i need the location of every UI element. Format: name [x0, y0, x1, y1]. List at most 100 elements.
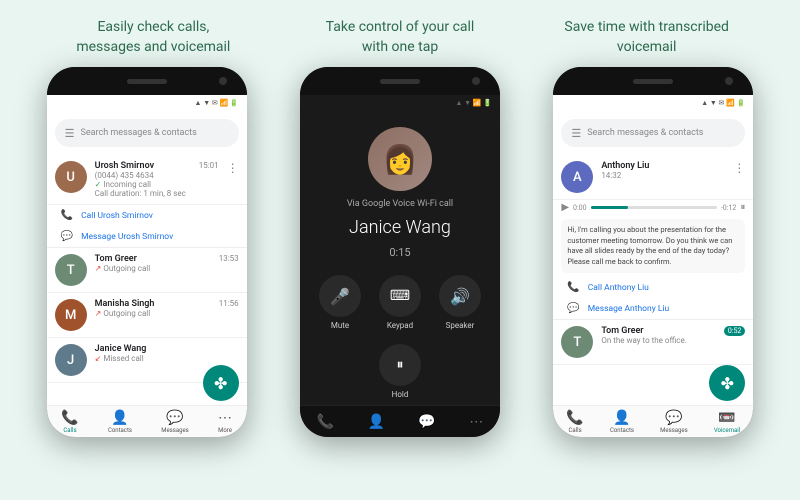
menu-icon1: ☰ — [65, 127, 75, 140]
keypad-icon: ⌨ — [390, 288, 410, 304]
contact-info-urosh: Urosh Smirnov (0044) 435 4634 ✓ Incoming… — [95, 161, 191, 198]
keypad-btn[interactable]: ⌨ Keypad — [379, 275, 421, 330]
phones-row: ▲ ▼ ✉ 📶 🔋 ☰ Search messages & contacts U… — [0, 67, 800, 500]
search-placeholder1: Search messages & contacts — [81, 128, 197, 138]
speaker-btn[interactable]: 🔊 Speaker — [439, 275, 481, 330]
contact-row-tom[interactable]: T Tom Greer ↗ Outgoing call 13:53 — [47, 248, 247, 293]
phone2-top — [300, 67, 500, 95]
audio-time-start: 0:00 — [573, 204, 587, 212]
audio-player[interactable]: ▶ 0:00 -0:12 ⏸ — [553, 200, 753, 215]
contact-name-janice: Janice Wang — [95, 344, 239, 354]
more-icon2: ⋯ — [469, 414, 483, 430]
phone3: ▲ ▼ ✉ 📶 🔋 ☰ Search messages & contacts A… — [553, 67, 753, 437]
phone1-status: ▲ ▼ ✉ 📶 🔋 — [47, 95, 247, 111]
nav-messages3[interactable]: 💬 Messages — [660, 410, 688, 434]
call-controls-row: 🎤 Mute ⌨ Keypad 🔊 Speaker — [310, 275, 490, 330]
contact-name-urosh: Urosh Smirnov — [95, 161, 191, 171]
keypad-circle: ⌨ — [379, 275, 421, 317]
audio-progress-bar[interactable] — [591, 206, 717, 209]
nav-contacts3[interactable]: 👤 Contacts — [610, 410, 634, 434]
contact-info-anthony: Anthony Liu 14:32 — [601, 161, 725, 180]
contact-time-manisha: 11:56 — [219, 299, 239, 308]
avatar-tom: T — [55, 254, 87, 286]
msg-icon-action: 💬 — [61, 231, 73, 242]
action-label-msg-anthony: Message Anthony Liu — [588, 304, 669, 314]
calls-label1: Calls — [63, 427, 76, 434]
phone1-top — [47, 67, 247, 95]
more-btn-anthony[interactable]: ⋮ — [733, 161, 745, 175]
messages-icon3: 💬 — [665, 410, 682, 426]
search-bar3[interactable]: ☰ Search messages & contacts — [561, 119, 745, 147]
nav-calls1[interactable]: 📞 Calls — [61, 410, 78, 434]
hold-label: Hold — [392, 390, 409, 399]
more-btn-urosh[interactable]: ⋮ — [227, 161, 239, 175]
more-label1: More — [218, 427, 232, 434]
mute-btn[interactable]: 🎤 Mute — [319, 275, 361, 330]
phone3-top — [553, 67, 753, 95]
messages-label1: Messages — [161, 427, 189, 434]
header-row: Easily check calls, messages and voicema… — [0, 0, 800, 67]
fab-button3[interactable]: ✤ — [709, 365, 745, 401]
contact-calltype-janice: ↙ Missed call — [95, 354, 239, 363]
phone1-screen: ☰ Search messages & contacts U Urosh Smi… — [47, 111, 247, 405]
hold-btn[interactable]: ⏸ Hold — [379, 344, 421, 399]
phone3-screen: ☰ Search messages & contacts A Anthony L… — [553, 111, 753, 405]
contact-calltype-tom: ↗ Outgoing call — [95, 264, 211, 273]
contact-name-tom2: Tom Greer — [601, 326, 716, 336]
messages-label3: Messages — [660, 427, 688, 434]
quick-action-msg[interactable]: 💬 Message Urosh Smirnov — [47, 226, 247, 248]
search-bar1[interactable]: ☰ Search messages & contacts — [55, 119, 239, 147]
contact-time-anthony: 14:32 — [601, 171, 725, 180]
pause-icon[interactable]: ⏸ — [740, 202, 745, 213]
calls-icon3: 📞 — [566, 410, 583, 426]
fab-icon3: ✤ — [721, 374, 734, 393]
contact-duration-urosh: Call duration: 1 min, 8 sec — [95, 189, 191, 198]
phone1: ▲ ▼ ✉ 📶 🔋 ☰ Search messages & contacts U… — [47, 67, 247, 437]
nav-calls3[interactable]: 📞 Calls — [566, 410, 583, 434]
phone2: ▲ ▼ 📶 🔋 👩 Via Google Voice Wi-Fi call Ja… — [300, 67, 500, 437]
msg-icon-anthony: 💬 — [567, 303, 579, 314]
contacts-icon3: 👤 — [613, 410, 630, 426]
mute-circle: 🎤 — [319, 275, 361, 317]
header-col1: Easily check calls, messages and voicema… — [30, 18, 277, 57]
more-icon1: ⋯ — [218, 410, 232, 426]
nav-more1[interactable]: ⋯ More — [218, 410, 232, 434]
quick-action-call[interactable]: 📞 Call Urosh Smirnov — [47, 205, 247, 226]
audio-fill — [591, 206, 629, 209]
contact-row-manisha[interactable]: M Manisha Singh ↗ Outgoing call 11:56 — [47, 293, 247, 338]
calls-icon2: 📞 — [317, 414, 334, 430]
fab-button1[interactable]: ✤ — [203, 365, 239, 401]
nav-calls2[interactable]: 📞 — [317, 414, 334, 430]
mute-icon: 🎤 — [330, 287, 350, 306]
nav-contacts2[interactable]: 👤 — [368, 414, 385, 430]
nav-messages1[interactable]: 💬 Messages — [161, 410, 189, 434]
contacts-icon2: 👤 — [368, 414, 385, 430]
keypad-label: Keypad — [387, 321, 413, 330]
nav-messages2[interactable]: 💬 — [418, 414, 435, 430]
phone-icon-call: 📞 — [61, 210, 73, 221]
contact-row-urosh[interactable]: U Urosh Smirnov (0044) 435 4634 ✓ Incomi… — [47, 155, 247, 205]
contact-row-anthony[interactable]: A Anthony Liu 14:32 ⋮ — [553, 155, 753, 200]
avatar-anthony: A — [561, 161, 593, 193]
quick-action-call-anthony[interactable]: 📞 Call Anthony Liu — [553, 277, 753, 298]
phone2-screen: 👩 Via Google Voice Wi-Fi call Janice Wan… — [300, 111, 500, 405]
messages-icon2: 💬 — [418, 414, 435, 430]
nav-voicemail3[interactable]: 📼 Voicemail — [714, 410, 740, 434]
contact-calltype-urosh: ✓ Incoming call — [95, 180, 191, 189]
avatar-urosh: U — [55, 161, 87, 193]
contact-info-tom: Tom Greer ↗ Outgoing call — [95, 254, 211, 273]
phone1-nav: 📞 Calls 👤 Contacts 💬 Messages ⋯ More — [47, 405, 247, 437]
via-label: Via Google Voice Wi-Fi call — [347, 199, 453, 209]
menu-icon3: ☰ — [571, 127, 581, 140]
play-icon[interactable]: ▶ — [561, 202, 569, 213]
avatar-manisha: M — [55, 299, 87, 331]
caller-name: Janice Wang — [349, 217, 451, 238]
header-col3: Save time with transcribed voicemail — [523, 18, 770, 57]
hold-icon: ⏸ — [396, 357, 403, 373]
quick-action-msg-anthony[interactable]: 💬 Message Anthony Liu — [553, 298, 753, 320]
contact-info-tom2: Tom Greer On the way to the office. — [601, 326, 716, 345]
nav-more2[interactable]: ⋯ — [469, 414, 483, 430]
nav-contacts1[interactable]: 👤 Contacts — [108, 410, 132, 434]
contact-row-tom2[interactable]: T Tom Greer On the way to the office. 0:… — [553, 320, 753, 365]
speaker-label: Speaker — [446, 321, 475, 330]
